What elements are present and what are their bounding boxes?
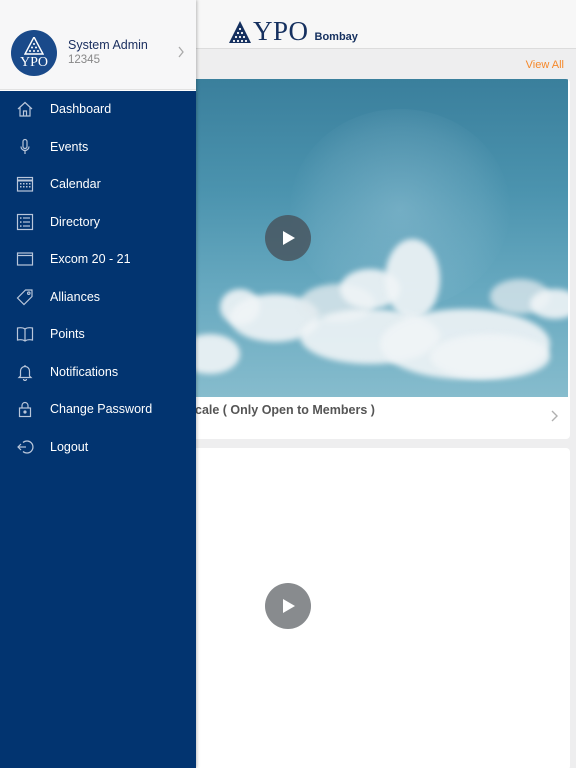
profile-id: 12345: [68, 54, 100, 66]
chevron-right-icon: [178, 46, 184, 58]
video-card[interactable]: cale ( Only Open to Members ): [190, 79, 570, 439]
menu-label: Logout: [50, 439, 89, 454]
menu-item-dashboard[interactable]: Dashboard: [0, 91, 196, 128]
avatar-text: YPO: [19, 54, 48, 70]
nav-menu: Dashboard Events Calendar Directory Exco…: [0, 91, 196, 768]
menu-label: Events: [50, 139, 89, 154]
home-icon: [17, 101, 33, 117]
menu-item-change-password[interactable]: Change Password: [0, 391, 196, 428]
menu-label: Directory: [50, 214, 101, 229]
video-title: cale ( Only Open to Members ): [195, 403, 375, 417]
menu-item-logout[interactable]: Logout: [0, 429, 196, 466]
video-card[interactable]: [190, 448, 570, 768]
bell-icon: [17, 364, 33, 381]
tag-icon: [16, 288, 33, 305]
menu-item-notifications[interactable]: Notifications: [0, 354, 196, 391]
brand-chapter: Bombay: [314, 31, 358, 43]
play-icon: [283, 599, 295, 613]
play-button[interactable]: [265, 215, 311, 261]
brand-logo: YPO Bombay: [228, 16, 358, 46]
avatar: YPO: [11, 30, 57, 76]
menu-item-directory[interactable]: Directory: [0, 204, 196, 241]
logout-icon: [17, 439, 34, 454]
lock-icon: [18, 401, 32, 418]
menu-label: Change Password: [50, 402, 153, 416]
menu-label: Dashboard: [50, 102, 112, 116]
side-drawer: YPO System Admin 12345 Dashboard Events …: [0, 0, 196, 768]
profile-header[interactable]: YPO System Admin 12345: [0, 0, 196, 90]
menu-label: Alliances: [50, 289, 101, 304]
menu-item-alliances[interactable]: Alliances: [0, 279, 196, 316]
ypo-triangle-icon: [229, 21, 251, 43]
play-icon: [283, 231, 295, 245]
ypo-logo-icon: [24, 36, 44, 55]
microphone-icon: [20, 138, 30, 154]
menu-label: Notifications: [50, 364, 119, 379]
menu-item-events[interactable]: Events: [0, 129, 196, 166]
brand-name: YPO: [253, 16, 309, 46]
list-icon: [16, 213, 34, 230]
chevron-right-icon: [551, 410, 558, 422]
view-all-link[interactable]: View All: [526, 59, 564, 71]
video-thumbnail: [190, 79, 568, 397]
window-icon: [16, 252, 34, 266]
calendar-icon: [16, 176, 34, 192]
play-button[interactable]: [265, 583, 311, 629]
menu-label: Calendar: [50, 177, 101, 191]
menu-item-points[interactable]: Points: [0, 316, 196, 353]
menu-label: Excom 20 - 21: [50, 252, 131, 266]
menu-item-calendar[interactable]: Calendar: [0, 166, 196, 203]
book-icon: [16, 327, 34, 342]
menu-label: Points: [50, 327, 85, 341]
menu-item-excom[interactable]: Excom 20 - 21: [0, 241, 196, 278]
profile-name: System Admin: [68, 38, 148, 52]
